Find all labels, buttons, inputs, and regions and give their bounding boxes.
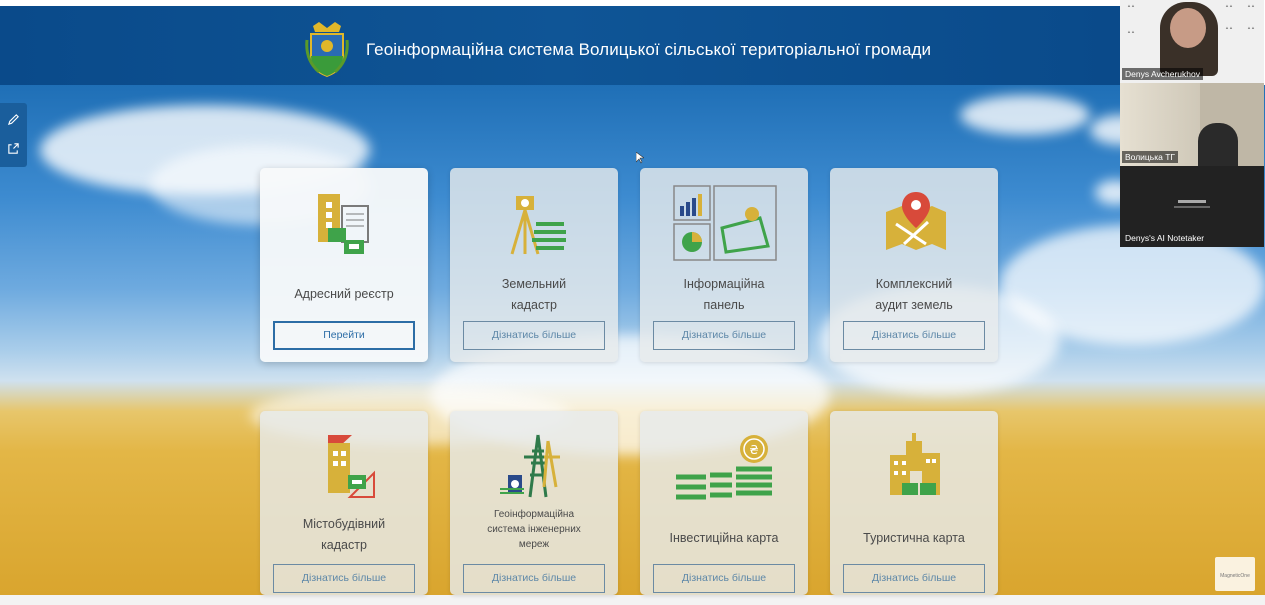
learn-more-button[interactable]: Дізнатись більше <box>463 321 605 350</box>
card-title: Інформаційна панель <box>683 277 765 312</box>
land-audit-icon <box>874 184 954 264</box>
watermark-logo: ▲▲ <box>1127 3 1135 8</box>
video-tile-participant[interactable]: ▲▲ ▲▲ ▲▲ ▲▲ ▲▲ ▲▲ Denys Avcherukhov <box>1120 0 1264 83</box>
learn-more-button[interactable]: Дізнатись більше <box>653 321 795 350</box>
card-title: Геоінформаційна система інженерних мереж <box>487 509 581 550</box>
card-title: Земельний кадастр <box>501 277 567 312</box>
card-urban-cadastre[interactable]: Містобудівний кадастр Дізнатись більше <box>260 411 428 595</box>
background-sky-field <box>0 85 1265 595</box>
learn-more-button[interactable]: Дізнатись більше <box>653 564 795 593</box>
watermark-logo: ▲▲ <box>1247 25 1255 30</box>
card-investment-map[interactable]: ₴ Інвестиційна карта Дізнатись більше <box>640 411 808 595</box>
coat-of-arms-icon <box>305 20 349 80</box>
page-title: Геоінформаційна система Волицької сільсь… <box>366 40 932 59</box>
card-engineering-networks[interactable]: Геоінформаційна система інженерних мереж Д… <box>450 411 618 595</box>
card-land-cadastre[interactable]: Земельний кадастр Дізнатись більше <box>450 168 618 362</box>
watermark-logo: ▲▲ <box>1127 29 1135 34</box>
pencil-icon[interactable] <box>4 110 23 129</box>
card-dashboard[interactable]: Інформаційна панель Дізнатись більше <box>640 168 808 362</box>
participant-name: Denys Avcherukhov <box>1122 68 1203 80</box>
video-tile-participant[interactable]: Denys's AI Notetaker <box>1120 166 1264 247</box>
engineering-networks-icon <box>494 427 574 507</box>
participant-name: Волицька ТГ <box>1122 151 1179 163</box>
watermark-logo: ▲▲ <box>1225 3 1233 8</box>
watermark-logo: MagneticOne <box>1215 557 1255 591</box>
go-button[interactable]: Перейти <box>273 321 415 350</box>
video-tile-participant[interactable]: Волицька ТГ <box>1120 83 1264 166</box>
svg-text:₴: ₴ <box>749 443 758 457</box>
card-title: Містобудівний кадастр <box>302 517 386 552</box>
site-header: Геоінформаційна система Волицької сільсь… <box>0 6 1120 85</box>
learn-more-button[interactable]: Дізнатись більше <box>843 564 985 593</box>
card-title: Інвестиційна карта <box>669 531 779 545</box>
card-title: Адресний реєстр <box>294 287 394 301</box>
mouse-cursor-icon <box>636 152 644 164</box>
watermark-logo: ▲▲ <box>1247 3 1255 8</box>
tourist-map-icon <box>874 427 954 507</box>
card-tourist-map[interactable]: Туристична карта Дізнатись більше <box>830 411 998 595</box>
bottom-bar <box>0 595 1265 605</box>
urban-cadastre-icon <box>304 427 384 507</box>
card-land-audit[interactable]: Комплексний аудит земель Дізнатись більше <box>830 168 998 362</box>
learn-more-button[interactable]: Дізнатись більше <box>273 564 415 593</box>
side-toolbar <box>0 103 27 167</box>
learn-more-button[interactable]: Дізнатись більше <box>843 321 985 350</box>
dashboard-icon <box>670 184 780 264</box>
investment-map-icon: ₴ <box>670 427 780 507</box>
address-registry-icon <box>304 184 384 264</box>
land-cadastre-icon <box>494 184 574 264</box>
card-title: Комплексний аудит земель <box>875 277 953 312</box>
card-title: Туристична карта <box>863 531 965 545</box>
watermark-logo: ▲▲ <box>1225 25 1233 30</box>
share-icon[interactable] <box>4 139 23 158</box>
card-address-registry[interactable]: Адресний реєстр Перейти <box>260 168 428 362</box>
learn-more-button[interactable]: Дізнатись більше <box>463 564 605 593</box>
participant-name: Denys's AI Notetaker <box>1125 233 1205 243</box>
